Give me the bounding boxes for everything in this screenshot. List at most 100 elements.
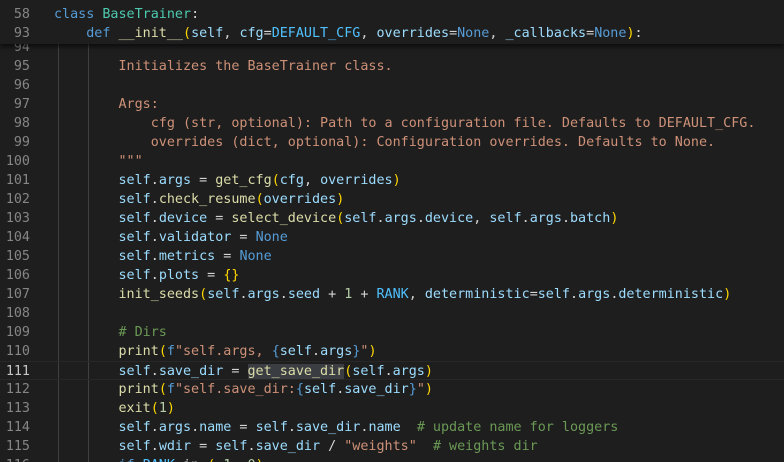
line-number: 111 xyxy=(5,364,30,379)
code-token: self xyxy=(344,211,377,226)
code-token: / xyxy=(320,439,345,454)
code-token: save_dir xyxy=(255,439,321,454)
code-text: self.wdir = self.save_dir / "weights" # … xyxy=(54,437,538,456)
code-token: ( xyxy=(150,401,159,416)
code-token: self xyxy=(255,420,288,435)
code-token: args xyxy=(529,211,562,226)
code-line[interactable]: 116 if RANK in (-1, 0): xyxy=(0,456,784,462)
code-token: = xyxy=(263,26,272,41)
code-text: print(f"self.args, {self.args}") xyxy=(54,342,377,361)
code-token: self xyxy=(215,439,248,454)
code-token: args xyxy=(158,420,192,435)
highlighted-token: get_save_dir xyxy=(247,364,345,379)
code-token: " xyxy=(416,382,425,397)
line-number: 113 xyxy=(5,401,30,416)
code-token: ( xyxy=(158,382,167,397)
code-line[interactable]: 114 self.args.name = self.save_dir.name … xyxy=(0,418,784,437)
current-code-line[interactable]: 111 self.save_dir = get_save_dir(self.ar… xyxy=(0,361,784,380)
code-line[interactable]: 58 class BaseTrainer: xyxy=(0,5,784,24)
code-line[interactable]: 108 xyxy=(0,304,784,323)
code-token: = xyxy=(191,439,216,454)
code-line[interactable]: 102 self.check_resume(overrides) xyxy=(0,190,784,209)
code-token: ) xyxy=(392,173,401,188)
code-text: class BaseTrainer: xyxy=(54,5,199,24)
code-line[interactable]: 113 exit(1) xyxy=(0,399,784,418)
code-line[interactable]: 110 print(f"self.args, {self.args}") xyxy=(0,342,784,361)
code-token: """ xyxy=(118,154,143,169)
code-token: Initializes the BaseTrainer class. xyxy=(118,59,393,74)
code-token: args xyxy=(392,364,425,379)
code-token: overrides xyxy=(320,173,393,188)
code-line[interactable]: 100 """ xyxy=(0,152,784,171)
code-text: def __init__(self, cfg=DEFAULT_CFG, over… xyxy=(54,24,642,43)
code-token: . xyxy=(521,211,530,226)
code-token: = xyxy=(586,26,595,41)
code-token: + xyxy=(320,287,345,302)
code-token: self xyxy=(279,344,312,359)
code-line[interactable]: 95 Initializes the BaseTrainer class. xyxy=(0,57,784,76)
code-token: init_seeds xyxy=(118,287,200,302)
code-line[interactable]: 97 Args: xyxy=(0,95,784,114)
code-token: . xyxy=(150,439,159,454)
code-token: self xyxy=(118,439,151,454)
code-token: : xyxy=(264,458,272,462)
code-token: = xyxy=(191,173,216,188)
code-token: . xyxy=(150,420,159,435)
code-token: . xyxy=(150,173,159,188)
code-text: exit(1) xyxy=(54,399,175,418)
line-number: 97 xyxy=(13,97,30,112)
code-line[interactable]: 106 self.plots = {} xyxy=(0,266,784,285)
code-line[interactable]: 98 cfg (str, optional): Path to a config… xyxy=(0,114,784,133)
code-token: RANK xyxy=(143,458,175,462)
code-token: RANK xyxy=(376,287,409,302)
code-token: args xyxy=(247,287,280,302)
code-token: self xyxy=(118,249,151,264)
code-token: . xyxy=(239,287,248,302)
line-number: 107 xyxy=(5,287,30,302)
code-token: , xyxy=(473,211,490,226)
code-line[interactable]: 99 overrides (dict, optional): Configura… xyxy=(0,133,784,152)
code-token: DEFAULT_CFG xyxy=(271,26,361,41)
code-text: self.plots = {} xyxy=(54,266,240,285)
code-editor[interactable]: 58 class BaseTrainer: 93 def __init__(self… xyxy=(0,0,784,462)
code-token: = xyxy=(231,230,256,245)
code-token: if xyxy=(119,458,143,462)
code-line[interactable]: 112 print(f"self.save_dir:{self.save_dir… xyxy=(0,380,784,399)
code-text: self.metrics = None xyxy=(54,247,272,266)
code-line[interactable]: 103 self.device = select_device(self.arg… xyxy=(0,209,784,228)
code-token: self xyxy=(118,420,151,435)
code-line[interactable]: 93 def __init__(self, cfg=DEFAULT_CFG, o… xyxy=(0,24,784,43)
code-token: ) xyxy=(723,287,732,302)
code-line[interactable]: 109 # Dirs xyxy=(0,323,784,342)
sticky-scroll-header[interactable]: 58 class BaseTrainer: 93 def __init__(self… xyxy=(0,0,784,44)
code-token: ( xyxy=(199,287,208,302)
code-token: . xyxy=(570,287,579,302)
code-line[interactable]: 96 xyxy=(0,76,784,95)
code-token: validator xyxy=(158,230,232,245)
code-line[interactable]: 101 self.args = get_cfg(cfg, overrides) xyxy=(0,171,784,190)
code-token: exit xyxy=(118,401,151,416)
code-token: {} xyxy=(223,268,240,283)
code-line[interactable]: 105 self.metrics = None xyxy=(0,247,784,266)
code-text: """ xyxy=(54,152,143,171)
code-line[interactable]: 115 self.wdir = self.save_dir / "weights… xyxy=(0,437,784,456)
code-line[interactable]: 107 init_seeds(self.args.seed + 1 + RANK… xyxy=(0,285,784,304)
code-token: + xyxy=(352,287,377,302)
code-token: = xyxy=(215,249,240,264)
code-token: . xyxy=(376,211,385,226)
code-token: plots xyxy=(158,268,200,283)
code-token: self xyxy=(118,211,151,226)
code-token: args xyxy=(158,173,192,188)
line-number: 99 xyxy=(13,135,30,150)
code-token: { xyxy=(295,382,304,397)
code-text: # Dirs xyxy=(54,323,167,342)
code-line[interactable]: 104 self.validator = None xyxy=(0,228,784,247)
code-text: init_seeds(self.args.seed + 1 + RANK, de… xyxy=(54,285,732,304)
